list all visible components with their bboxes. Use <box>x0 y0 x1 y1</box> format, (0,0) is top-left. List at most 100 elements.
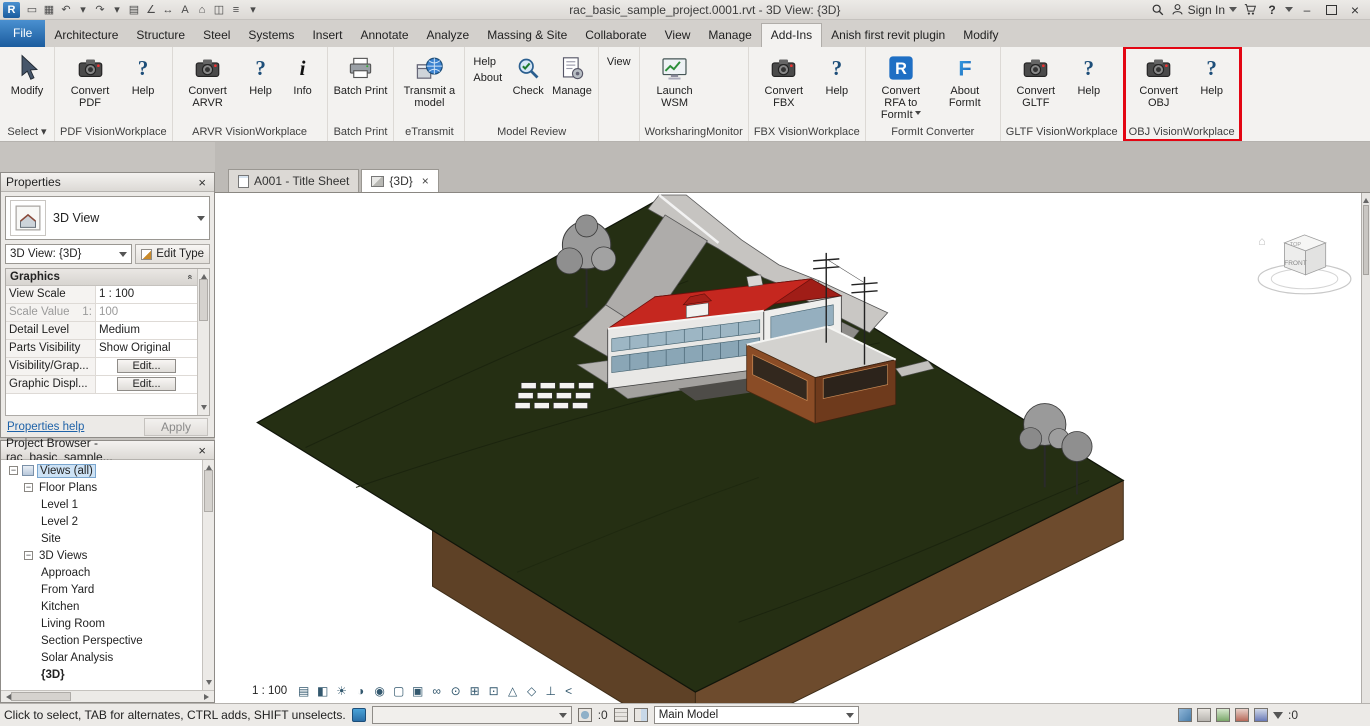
ribbon-button-convert-rfa-to-formit[interactable]: RConvert RFA to FormIt <box>870 50 932 122</box>
tree-item-solar-analysis[interactable]: Solar Analysis <box>1 649 202 666</box>
qat-customize-caret-icon[interactable]: ▾ <box>245 2 261 18</box>
section-icon[interactable]: ◫ <box>211 2 227 18</box>
select-links-icon[interactable] <box>1178 708 1192 722</box>
tree-item-from-yard[interactable]: From Yard <box>1 581 202 598</box>
tab-insert[interactable]: Insert <box>303 24 351 47</box>
ribbon-panel-label[interactable]: eTransmit <box>394 124 464 141</box>
3d-model-scene[interactable]: TOP FRONT ⌂ <box>215 193 1370 703</box>
select-pinned-elements-icon[interactable] <box>1216 708 1230 722</box>
type-selector[interactable]: 3D View <box>5 196 210 240</box>
viewcube[interactable]: TOP FRONT ⌂ <box>1258 234 1351 294</box>
filter-icon[interactable] <box>1273 712 1283 724</box>
save-icon[interactable]: ▦ <box>41 2 57 18</box>
ribbon-panel-label[interactable]: Model Review <box>465 124 598 141</box>
show-crop-region-icon[interactable]: ▣ <box>409 682 426 699</box>
tab-collaborate[interactable]: Collaborate <box>576 24 655 47</box>
rendering-dialog-icon[interactable]: ◉ <box>371 682 388 699</box>
sign-in-button[interactable]: Sign In <box>1171 3 1225 17</box>
ribbon-button-about-formit[interactable]: FAbout FormIt <box>934 50 996 110</box>
ribbon-button-help[interactable]: ?Help <box>817 50 857 98</box>
ribbon-button-about[interactable]: About <box>469 71 506 85</box>
detail-level-icon[interactable]: ▤ <box>295 682 312 699</box>
open-icon[interactable]: ▭ <box>24 2 40 18</box>
ribbon-button-launch-wsm[interactable]: Launch WSM <box>644 50 706 110</box>
tab-annotate[interactable]: Annotate <box>351 24 417 47</box>
ribbon-button-convert-gltf[interactable]: Convert GLTF <box>1005 50 1067 110</box>
select-underlay-icon[interactable] <box>1197 708 1211 722</box>
redo-caret-icon[interactable]: ▾ <box>109 2 125 18</box>
viewbar-collapse-arrow[interactable]: < <box>561 684 576 698</box>
tab-analyze[interactable]: Analyze <box>418 24 479 47</box>
workset-dropdown[interactable] <box>372 706 572 724</box>
tree-item-site[interactable]: Site <box>1 530 202 547</box>
canvas-vertical-scrollbar[interactable] <box>1361 193 1370 703</box>
editable-only-toggle-icon[interactable] <box>634 708 648 722</box>
edit-type-button[interactable]: Edit Type <box>135 244 210 264</box>
tree-item-level-2[interactable]: Level 2 <box>1 513 202 530</box>
project-browser-close-icon[interactable] <box>195 443 209 458</box>
viewcube-home-icon[interactable]: ⌂ <box>1258 234 1265 248</box>
ribbon-panel-label[interactable]: PDF VisionWorkplace <box>55 124 172 141</box>
highlight-displacement-icon[interactable]: ◇ <box>523 682 540 699</box>
ribbon-button-convert-fbx[interactable]: Convert FBX <box>753 50 815 110</box>
sign-in-caret-icon[interactable] <box>1229 7 1237 16</box>
tree-item-living-room[interactable]: Living Room <box>1 615 202 632</box>
tab-massing-site[interactable]: Massing & Site <box>478 24 576 47</box>
apply-button[interactable]: Apply <box>144 418 208 436</box>
view-tab-3d[interactable]: {3D} <box>361 169 438 192</box>
ribbon-button-transmit-a-model[interactable]: Transmit a model <box>398 50 460 110</box>
redo-icon[interactable]: ↷ <box>92 2 108 18</box>
aligned-dimension-icon[interactable]: ↔ <box>160 2 176 18</box>
ribbon-panel-label[interactable]: ARVR VisionWorkplace <box>173 124 327 141</box>
drag-elements-on-selection-icon[interactable] <box>1254 708 1268 722</box>
ribbon-panel-label[interactable]: FormIt Converter <box>866 124 1000 141</box>
shadows-icon[interactable]: ◑ <box>352 682 369 699</box>
expander-icon[interactable] <box>9 466 18 475</box>
minimize-button[interactable] <box>1297 2 1317 18</box>
tree-item-3d[interactable]: {3D} <box>1 666 202 683</box>
default-3d-view-icon[interactable]: ⌂ <box>194 2 210 18</box>
visual-style-icon[interactable]: ◧ <box>314 682 331 699</box>
group-collapse-icon[interactable] <box>188 272 193 282</box>
ribbon-button-modify[interactable]: Modify <box>4 50 50 98</box>
properties-scrollbar[interactable] <box>197 269 209 415</box>
text-icon[interactable]: A <box>177 2 193 18</box>
help-caret-icon[interactable] <box>1285 7 1293 16</box>
worksharing-display-icon[interactable]: ⊞ <box>466 682 483 699</box>
drawing-area[interactable]: TOP FRONT ⌂ 1 : 100 ▤◧☀◑◉▢▣∞⊙⊞⊡△◇⊥ < <box>215 192 1370 703</box>
sun-path-icon[interactable]: ☀ <box>333 682 350 699</box>
undo-icon[interactable]: ↶ <box>58 2 74 18</box>
print-icon[interactable]: ▤ <box>126 2 142 18</box>
ribbon-button-batch-print[interactable]: Batch Print <box>332 50 390 98</box>
ribbon-button-view[interactable]: View <box>603 55 635 69</box>
tree-item-level-1[interactable]: Level 1 <box>1 496 202 513</box>
tree-item-floor-plans[interactable]: Floor Plans <box>1 479 202 496</box>
ribbon-panel-label[interactable]: WorksharingMonitor <box>640 124 748 141</box>
ribbon-button-check[interactable]: Check <box>508 50 548 98</box>
project-browser-titlebar[interactable]: Project Browser - rac_basic_sample... <box>1 441 214 460</box>
view-selector-combo[interactable]: 3D View: {3D} <box>5 244 132 264</box>
ribbon-panel-label[interactable] <box>599 124 639 141</box>
tab-manage[interactable]: Manage <box>699 24 760 47</box>
viewcube-top-label[interactable]: TOP <box>1290 242 1302 248</box>
crop-view-icon[interactable]: ▢ <box>390 682 407 699</box>
active-workset-icon[interactable] <box>614 708 628 722</box>
tab-systems[interactable]: Systems <box>239 24 303 47</box>
tab-modify[interactable]: Modify <box>954 24 1007 47</box>
maximize-button[interactable] <box>1321 2 1341 18</box>
tree-item-approach[interactable]: Approach <box>1 564 202 581</box>
design-options-icon[interactable] <box>578 708 592 722</box>
properties-close-icon[interactable] <box>195 175 209 190</box>
ribbon-button-help[interactable]: ?Help <box>123 50 163 98</box>
temporary-hide-isolate-icon[interactable]: ∞ <box>428 682 445 699</box>
worksets-icon[interactable] <box>352 708 366 722</box>
ribbon-button-help[interactable]: ?Help <box>241 50 281 98</box>
expander-icon[interactable] <box>24 483 33 492</box>
ribbon-button-convert-arvr[interactable]: Convert ARVR <box>177 50 239 110</box>
properties-help-link[interactable]: Properties help <box>7 421 84 433</box>
ribbon-button-info[interactable]: iInfo <box>283 50 323 98</box>
view-tab-close-icon[interactable] <box>422 174 429 188</box>
ribbon-button-help[interactable]: ?Help <box>1192 50 1232 98</box>
browser-horizontal-scrollbar[interactable] <box>1 690 214 702</box>
close-button[interactable] <box>1345 2 1365 18</box>
